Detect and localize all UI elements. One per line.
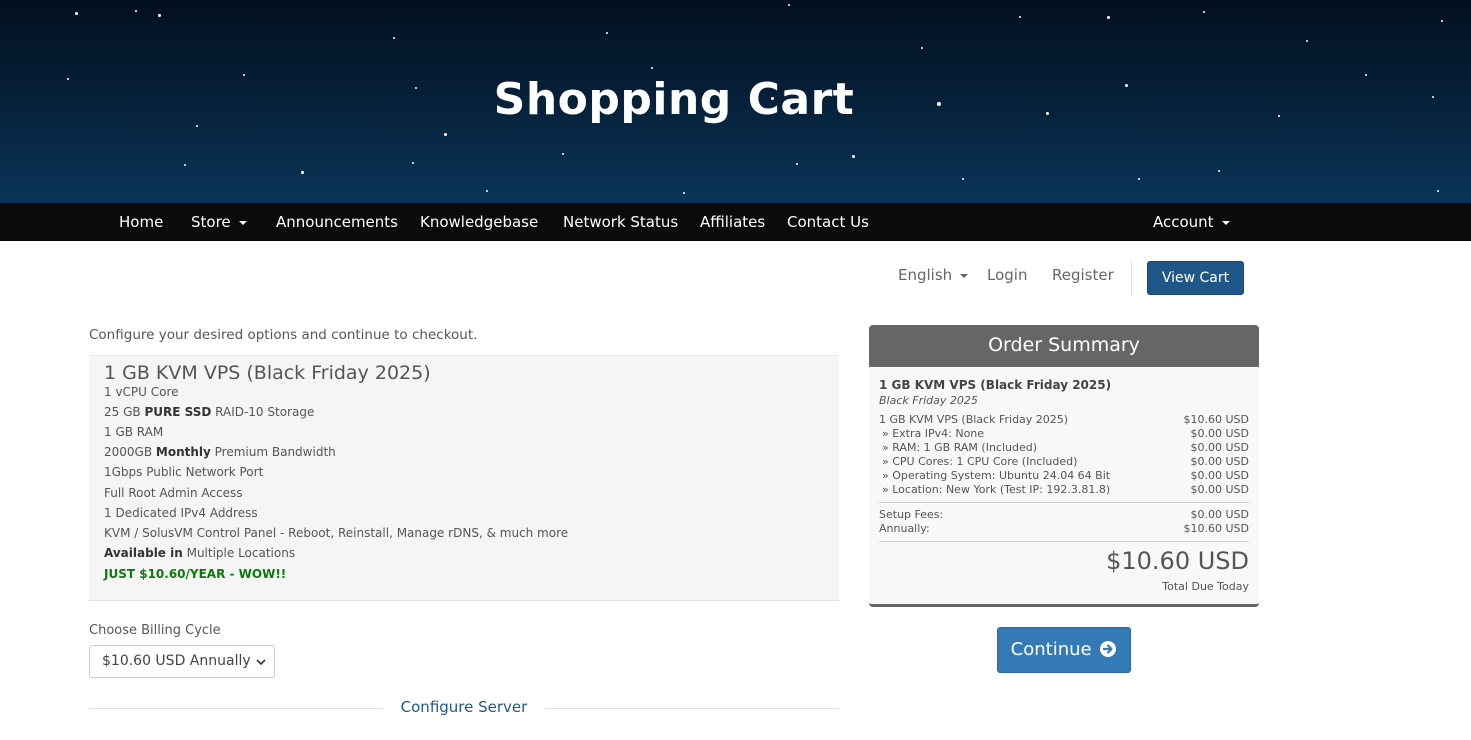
product-feature: 1 vCPU Core: [104, 385, 179, 399]
feature-emphasis: PURE SSD: [144, 405, 212, 420]
feature-text: 1 Dedicated IPv4 Address: [104, 505, 258, 520]
configure-intro-text: Configure your desired options and conti…: [89, 327, 478, 343]
login-link[interactable]: Login: [987, 266, 1027, 284]
divider: [879, 541, 1249, 542]
product-feature: KVM / SolusVM Control Panel - Reboot, Re…: [104, 526, 568, 540]
line-item-price: $0.00 USD: [1190, 483, 1250, 496]
order-summary-panel: Order Summary 1 GB KVM VPS (Black Friday…: [869, 325, 1259, 607]
line-item-price: $0.00 USD: [1190, 455, 1250, 468]
nav-account[interactable]: Account: [1153, 203, 1230, 241]
nav-affiliates[interactable]: Affiliates: [700, 203, 765, 241]
fee-label: Annually:: [879, 522, 930, 535]
arrow-circle-right-icon: [1100, 641, 1117, 657]
nav-knowledgebase[interactable]: Knowledgebase: [420, 203, 538, 241]
line-item-label: » Location: New York (Test IP: 192.3.81.…: [882, 483, 1111, 496]
line-item-label: » RAM: 1 GB RAM (Included): [882, 441, 1038, 454]
summary-line-item: » Operating System: Ubuntu 24.04 64 Bit $…: [882, 469, 1249, 483]
line-item-price: $0.00 USD: [1190, 427, 1250, 440]
summary-product-group: Black Friday 2025: [879, 394, 978, 407]
nav-account-label: Account: [1153, 213, 1214, 231]
feature-text: KVM / SolusVM Control Panel - Reboot, Re…: [104, 525, 569, 540]
nav-store-label: Store: [191, 213, 231, 231]
fee-label: Setup Fees:: [879, 508, 944, 521]
feature-text: RAID-10 Storage: [211, 405, 315, 420]
product-feature: 25 GB PURE SSD RAID-10 Storage: [104, 405, 314, 419]
feature-text: 2000GB: [104, 445, 156, 460]
feature-text: 1Gbps Public Network Port: [104, 465, 264, 480]
summary-line-item: » CPU Cores: 1 CPU Core (Included) $0.00 …: [882, 455, 1249, 469]
billing-cycle-select[interactable]: $10.60 USD Annually: [89, 645, 275, 678]
language-selector[interactable]: English: [898, 266, 969, 284]
summary-line-item: » Extra IPv4: None $0.00 USD: [882, 427, 1249, 441]
divider: [879, 502, 1249, 503]
product-info-box: 1 GB KVM VPS (Black Friday 2025) 1 vCPU …: [89, 355, 839, 601]
line-item-label: » CPU Cores: 1 CPU Core (Included): [882, 455, 1078, 468]
nav-contact-us[interactable]: Contact Us: [787, 203, 869, 241]
feature-text: Multiple Locations: [182, 545, 296, 560]
product-feature: Available in Multiple Locations: [104, 546, 295, 560]
configure-server-heading: Configure Server: [400, 698, 528, 716]
line-item-price: $0.00 USD: [1190, 469, 1250, 482]
line-item-label: » Extra IPv4: None: [882, 427, 985, 440]
main-navbar: Home Store Announcements Knowledgebase N…: [0, 203, 1471, 241]
feature-emphasis: Monthly: [155, 445, 211, 460]
total-due-amount: $10.60 USD: [1106, 547, 1249, 575]
chevron-down-icon: [256, 659, 266, 666]
summary-fee-row: Setup Fees: $0.00 USD: [879, 508, 1249, 522]
order-summary-title: Order Summary: [869, 325, 1259, 367]
register-link[interactable]: Register: [1052, 266, 1114, 284]
feature-emphasis: Available in: [104, 545, 183, 560]
feature-text: Premium Bandwidth: [210, 445, 336, 460]
continue-label: Continue: [1010, 639, 1092, 660]
nav-home[interactable]: Home: [119, 203, 163, 241]
product-feature: 1 GB RAM: [104, 425, 163, 439]
language-label: English: [898, 266, 953, 284]
view-cart-button[interactable]: View Cart: [1147, 261, 1244, 295]
billing-cycle-label: Choose Billing Cycle: [89, 623, 221, 638]
divider: [545, 708, 839, 709]
page-header-banner: Shopping Cart: [0, 0, 1471, 203]
caret-down-icon: [1221, 220, 1230, 225]
product-feature: 1 Dedicated IPv4 Address: [104, 506, 258, 520]
nav-store[interactable]: Store: [191, 203, 247, 241]
product-feature: 1Gbps Public Network Port: [104, 465, 263, 479]
feature-text: 1 vCPU Core: [104, 385, 179, 399]
fee-price: $0.00 USD: [1190, 508, 1250, 521]
feature-text: 25 GB: [104, 405, 145, 420]
line-item-price: $0.00 USD: [1190, 441, 1250, 454]
nav-network-status[interactable]: Network Status: [563, 203, 678, 241]
summary-line-item: » Location: New York (Test IP: 192.3.81.…: [882, 483, 1249, 497]
continue-button[interactable]: Continue: [997, 627, 1131, 673]
divider: [1131, 261, 1132, 295]
product-feature: 2000GB Monthly Premium Bandwidth: [104, 445, 336, 459]
line-item-label: 1 GB KVM VPS (Black Friday 2025): [879, 413, 1069, 426]
billing-cycle-value: $10.60 USD Annually: [102, 653, 251, 669]
summary-line-item: » RAM: 1 GB RAM (Included) $0.00 USD: [882, 441, 1249, 455]
summary-line-item: 1 GB KVM VPS (Black Friday 2025) $10.60 U…: [879, 413, 1249, 427]
product-feature: Full Root Admin Access: [104, 486, 242, 500]
page-title: Shopping Cart: [493, 74, 855, 125]
product-name: 1 GB KVM VPS (Black Friday 2025): [104, 362, 431, 384]
promo-text: JUST $10.60/YEAR - WOW!!: [104, 567, 287, 581]
feature-text: Full Root Admin Access: [104, 485, 243, 500]
divider: [89, 708, 383, 709]
line-item-price: $10.60 USD: [1183, 413, 1250, 426]
summary-product-name: 1 GB KVM VPS (Black Friday 2025): [879, 378, 1112, 392]
nav-announcements[interactable]: Announcements: [276, 203, 398, 241]
caret-down-icon: [960, 273, 969, 278]
total-due-label: Total Due Today: [1162, 580, 1249, 593]
summary-fee-row: Annually: $10.60 USD: [879, 522, 1249, 536]
caret-down-icon: [238, 220, 247, 225]
feature-text: 1 GB RAM: [104, 425, 164, 440]
line-item-label: » Operating System: Ubuntu 24.04 64 Bit: [882, 469, 1111, 482]
fee-price: $10.60 USD: [1183, 522, 1250, 535]
